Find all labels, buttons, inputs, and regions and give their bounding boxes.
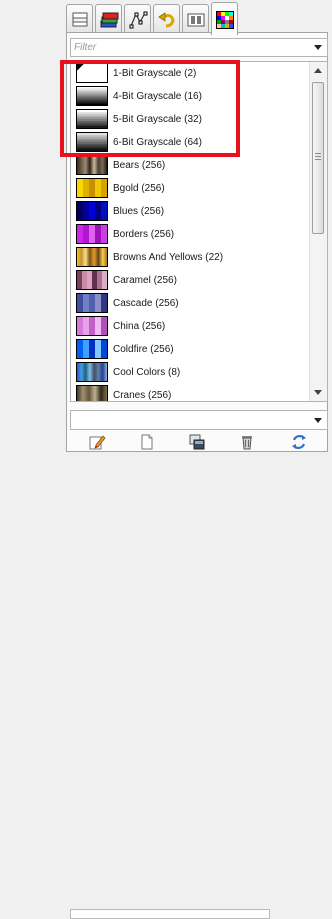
palette-list-item[interactable]: Borders (256) [71,223,311,246]
scroll-down-icon[interactable] [314,390,322,395]
palette-label: Borders (256) [113,229,175,240]
palette-combo[interactable] [70,410,328,430]
palette-swatch [76,247,108,267]
palette-list-item[interactable]: Browns And Yellows (22) [71,246,311,269]
tab-paths[interactable] [124,4,151,33]
palette-label: Coldfire (256) [113,344,174,355]
palette-list-item[interactable]: Coldfire (256) [71,338,311,361]
palette-label: Bears (256) [113,160,166,171]
palette-swatch [76,155,108,175]
palette-list-item[interactable]: Cool Colors (8) [71,361,311,384]
edit-palette-icon[interactable] [88,433,106,451]
palette-swatch [76,178,108,198]
palette-list-item[interactable]: Blues (256) [71,200,311,223]
tab-channels[interactable] [95,4,122,33]
palette-swatch [76,316,108,336]
palette-list-item[interactable]: Bears (256) [71,154,311,177]
palette-label: Bgold (256) [113,183,165,194]
palette-label: Browns And Yellows (22) [113,252,224,263]
status-bar [0,453,332,919]
palette-list-item[interactable]: Caramel (256) [71,269,311,292]
palette-swatch [76,224,108,244]
status-field [70,909,270,919]
tab-layers[interactable] [66,4,93,33]
scroll-up-icon[interactable] [314,68,322,73]
tab-device-status[interactable] [182,4,209,33]
dock-tab-bar [66,2,316,35]
palette-swatch [76,270,108,290]
palette-label: Caramel (256) [113,275,177,286]
palette-swatch [76,201,108,221]
palette-label: Cascade (256) [113,298,179,309]
palette-swatch [76,362,108,382]
duplicate-palette-icon[interactable] [188,433,206,451]
palette-swatch [76,385,108,401]
vertical-scrollbar[interactable] [309,62,327,401]
palette-list-item[interactable]: Cranes (256) [71,384,311,401]
filter-input[interactable] [74,40,310,55]
palette-label: China (256) [113,321,166,332]
palette-list-item[interactable]: Bgold (256) [71,177,311,200]
palette-toolbar [70,431,328,451]
chevron-down-icon[interactable] [314,418,322,423]
palette-list-item[interactable]: Cascade (256) [71,292,311,315]
new-palette-icon[interactable] [138,433,156,451]
palette-list-item[interactable]: China (256) [71,315,311,338]
refresh-palettes-icon[interactable] [290,433,308,451]
annotation-highlight-box [60,60,240,157]
tab-undo-history[interactable] [153,4,180,33]
filter-combo[interactable] [70,38,328,57]
delete-palette-icon[interactable] [238,433,256,451]
chevron-down-icon[interactable] [314,45,322,50]
tab-palettes[interactable] [211,2,238,35]
scrollbar-thumb[interactable] [312,82,324,234]
palette-label: Cool Colors (8) [113,367,181,378]
palette-label: Blues (256) [113,206,165,217]
palette-swatch [76,339,108,359]
palette-swatch [76,293,108,313]
palette-label: Cranes (256) [113,390,172,401]
